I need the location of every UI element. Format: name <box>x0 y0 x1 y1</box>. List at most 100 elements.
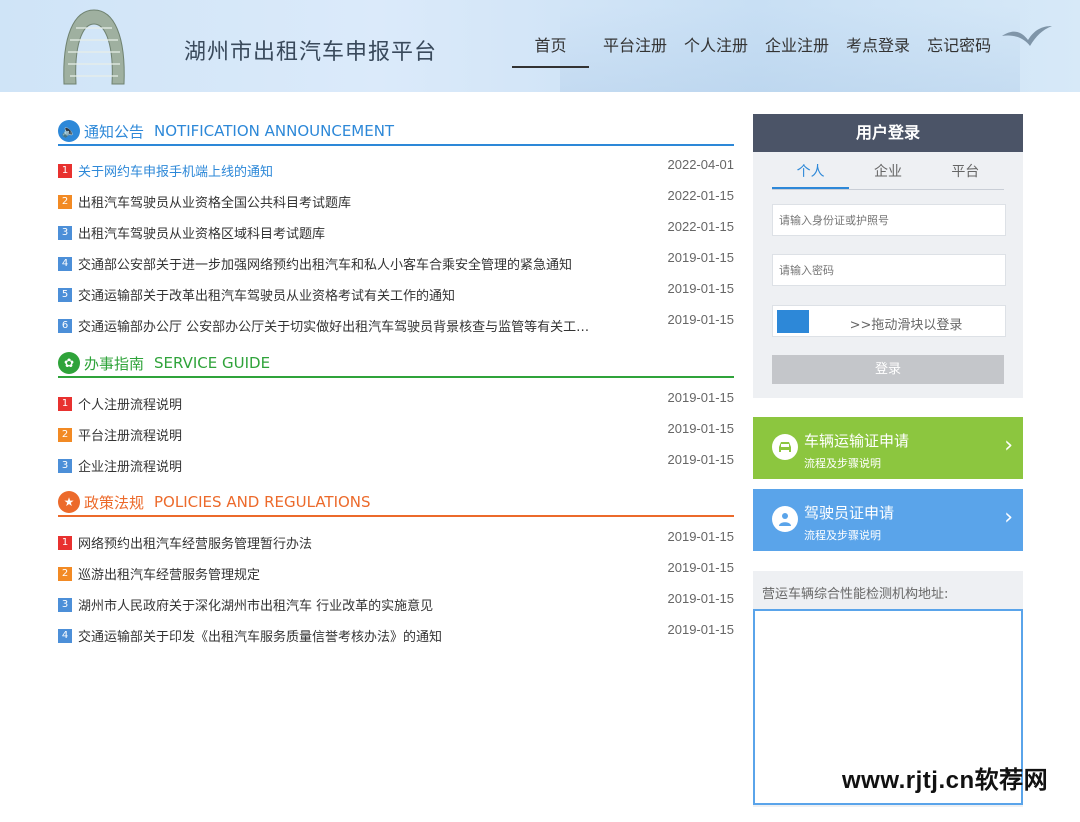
item-link[interactable]: 出租汽车驾驶员从业资格区域科目考试题库 <box>78 223 325 242</box>
item-link[interactable]: 交通部公安部关于进一步加强网络预约出租汽车和私人小客车合乘安全管理的紧急通知 <box>78 254 572 273</box>
list-item: 1 个人注册流程说明 2019-01-15 <box>58 388 734 419</box>
item-date: 2019-01-15 <box>667 560 735 575</box>
driver-permit-sub: 流程及步骤说明 <box>804 529 881 542</box>
guide-title: 办事指南 <box>84 354 145 373</box>
user-icon <box>772 506 798 532</box>
login-button[interactable]: 登录 <box>772 355 1004 384</box>
vehicle-permit-sub: 流程及步骤说明 <box>804 457 881 470</box>
login-title: 用户登录 <box>753 114 1023 152</box>
tab-personal[interactable]: 个人 <box>772 160 850 189</box>
leaf-icon: ✿ <box>58 352 80 374</box>
item-link[interactable]: 出租汽车驾驶员从业资格全国公共科目考试题库 <box>78 192 351 211</box>
notice-title: 通知公告 <box>84 122 145 141</box>
slide-verify: >>拖动滑块以登录 <box>772 305 1006 337</box>
inspection-title: 营运车辆综合性能检测机构地址: <box>762 587 949 602</box>
guide-title-en: SERVICE GUIDE <box>154 354 271 372</box>
item-number: 1 <box>58 535 72 550</box>
login-panel: 用户登录 个人 企业 平台 >>拖动滑块以登录 登录 <box>753 114 1023 398</box>
item-date: 2022-01-15 <box>667 188 735 203</box>
item-link[interactable]: 交通运输部关于印发《出租汽车服务质量信誉考核办法》的通知 <box>78 626 442 645</box>
nav-personal-register[interactable]: 个人注册 <box>684 34 748 68</box>
item-date: 2022-01-15 <box>667 219 735 234</box>
chevron-right-icon: › <box>1004 505 1013 530</box>
item-date: 2019-01-15 <box>667 622 735 637</box>
nav-exam-login[interactable]: 考点登录 <box>846 34 910 68</box>
notice-header: 🔈 通知公告 NOTIFICATION ANNOUNCEMENT <box>58 118 734 146</box>
password-input[interactable] <box>772 254 1006 286</box>
policy-section: ★ 政策法规 POLICIES AND REGULATIONS 1 网络预约出租汽… <box>58 489 734 651</box>
item-link[interactable]: 平台注册流程说明 <box>78 425 182 444</box>
item-link[interactable]: 关于网约车申报手机端上线的通知 <box>78 161 273 180</box>
car-icon <box>772 434 798 460</box>
bird-icon <box>1002 26 1052 46</box>
list-item: 2 出租汽车驾驶员从业资格全国公共科目考试题库 2022-01-15 <box>58 186 734 217</box>
list-item: 5 交通运输部关于改革出租汽车驾驶员从业资格考试有关工作的通知 2019-01-15 <box>58 279 734 310</box>
policy-title-en: POLICIES AND REGULATIONS <box>154 493 371 511</box>
nav-company-register[interactable]: 企业注册 <box>765 34 829 68</box>
list-item: 6 交通运输部办公厅 公安部办公厅关于切实做好出租汽车驾驶员背景核查与监管等有关工… <box>58 310 734 341</box>
site-title: 湖州市出租汽车申报平台 <box>184 40 438 65</box>
list-item: 2 巡游出租汽车经营服务管理规定 2019-01-15 <box>58 558 734 589</box>
item-number: 1 <box>58 396 72 411</box>
guide-list: 1 个人注册流程说明 2019-01-15 2 平台注册流程说明 2019-01-15 … <box>58 388 734 481</box>
item-number: 1 <box>58 163 72 178</box>
tab-platform[interactable]: 平台 <box>927 160 1004 189</box>
list-item: 3 企业注册流程说明 2019-01-15 <box>58 450 734 481</box>
policy-header: ★ 政策法规 POLICIES AND REGULATIONS <box>58 489 734 517</box>
item-number: 3 <box>58 225 72 240</box>
item-number: 3 <box>58 458 72 473</box>
nav-home[interactable]: 首页 <box>512 34 589 68</box>
notice-list: 1 关于网约车申报手机端上线的通知 2022-04-01 2 出租汽车驾驶员从业资格全… <box>58 155 734 341</box>
nav-platform-register[interactable]: 平台注册 <box>603 34 667 68</box>
guide-section: ✿ 办事指南 SERVICE GUIDE 1 个人注册流程说明 2019-01-15… <box>58 350 734 481</box>
slider-text: >>拖动滑块以登录 <box>849 318 963 333</box>
item-link[interactable]: 巡游出租汽车经营服务管理规定 <box>78 564 260 583</box>
speaker-icon: 🔈 <box>58 120 80 142</box>
tab-company[interactable]: 企业 <box>849 160 926 189</box>
policy-title: 政策法规 <box>84 493 145 512</box>
item-date: 2019-01-15 <box>667 591 735 606</box>
item-date: 2022-04-01 <box>667 157 735 172</box>
notice-section: 🔈 通知公告 NOTIFICATION ANNOUNCEMENT 1 关于网约车申… <box>58 118 734 341</box>
item-number: 6 <box>58 318 72 333</box>
id-number-input[interactable] <box>772 204 1006 236</box>
item-date: 2019-01-15 <box>667 312 735 327</box>
nav-forgot-password[interactable]: 忘记密码 <box>927 34 991 68</box>
emblem-icon: ★ <box>58 491 80 513</box>
vehicle-permit-title: 车辆运输证申请 <box>804 432 910 450</box>
item-link[interactable]: 个人注册流程说明 <box>78 394 182 413</box>
vehicle-permit-card[interactable]: 车辆运输证申请 流程及步骤说明 › <box>753 417 1023 479</box>
item-number: 2 <box>58 194 72 209</box>
chevron-right-icon: › <box>1004 433 1013 458</box>
list-item: 4 交通运输部关于印发《出租汽车服务质量信誉考核办法》的通知 2019-01-15 <box>58 620 734 651</box>
item-number: 2 <box>58 427 72 442</box>
item-number: 5 <box>58 287 72 302</box>
guide-header: ✿ 办事指南 SERVICE GUIDE <box>58 350 734 378</box>
driver-permit-title: 驾驶员证申请 <box>804 504 895 522</box>
item-number: 4 <box>58 256 72 271</box>
item-date: 2019-01-15 <box>667 250 735 265</box>
list-item: 4 交通部公安部关于进一步加强网络预约出租汽车和私人小客车合乘安全管理的紧急通知 2… <box>58 248 734 279</box>
list-item: 3 出租汽车驾驶员从业资格区域科目考试题库 2022-01-15 <box>58 217 734 248</box>
watermark-text: www.rjtj.cn软荐网 <box>842 767 1049 794</box>
item-link[interactable]: 企业注册流程说明 <box>78 456 182 475</box>
login-tabs: 个人 企业 平台 <box>772 160 1004 190</box>
logo-tower-icon[interactable] <box>54 6 134 86</box>
header: 湖州市出租汽车申报平台 首页 平台注册 个人注册 企业注册 考点登录 忘记密码 <box>0 0 1080 92</box>
list-item: 1 网络预约出租汽车经营服务管理暂行办法 2019-01-15 <box>58 527 734 558</box>
item-number: 2 <box>58 566 72 581</box>
item-link[interactable]: 网络预约出租汽车经营服务管理暂行办法 <box>78 533 312 552</box>
list-item: 1 关于网约车申报手机端上线的通知 2022-04-01 <box>58 155 734 186</box>
item-link[interactable]: 湖州市人民政府关于深化湖州市出租汽车 行业改革的实施意见 <box>78 595 433 614</box>
item-link[interactable]: 交通运输部办公厅 公安部办公厅关于切实做好出租汽车驾驶员背景核查与监管等有关工… <box>78 316 589 335</box>
main-nav: 首页 平台注册 个人注册 企业注册 考点登录 忘记密码 <box>512 34 1008 74</box>
policy-list: 1 网络预约出租汽车经营服务管理暂行办法 2019-01-15 2 巡游出租汽车经营服… <box>58 527 734 651</box>
item-date: 2019-01-15 <box>667 390 735 405</box>
item-date: 2019-01-15 <box>667 452 735 467</box>
driver-permit-card[interactable]: 驾驶员证申请 流程及步骤说明 › <box>753 489 1023 551</box>
item-number: 4 <box>58 628 72 643</box>
item-link[interactable]: 交通运输部关于改革出租汽车驾驶员从业资格考试有关工作的通知 <box>78 285 455 304</box>
item-date: 2019-01-15 <box>667 421 735 436</box>
item-number: 3 <box>58 597 72 612</box>
item-date: 2019-01-15 <box>667 281 735 296</box>
